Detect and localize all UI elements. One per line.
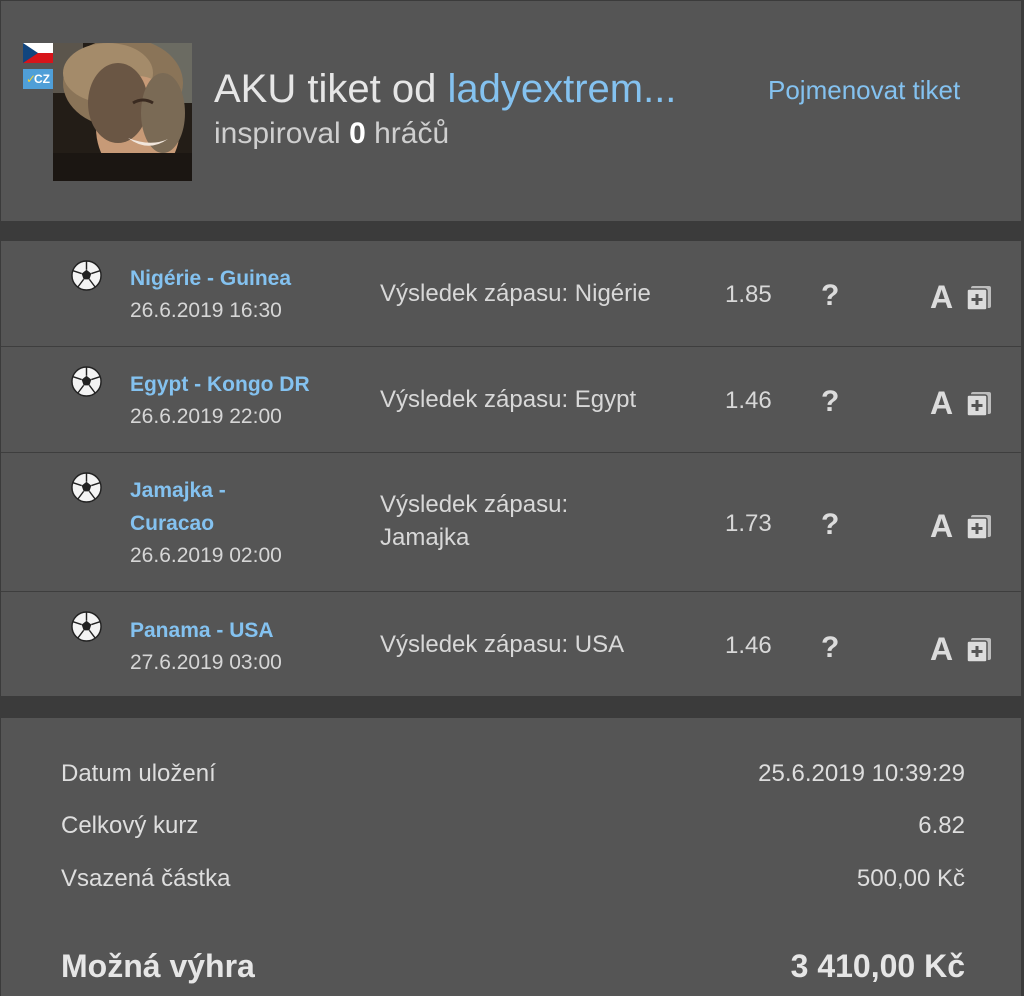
help-icon[interactable]: ? (821, 631, 839, 665)
username-link[interactable]: ladyextrem... (447, 67, 676, 111)
stake-value: 500,00 Kč (856, 865, 965, 892)
add-to-ticket-icon[interactable] (966, 514, 992, 540)
add-to-ticket-icon[interactable] (966, 637, 992, 663)
bet-pick: Výsledek zápasu: Jamajka (380, 488, 700, 554)
bet-list: Nigérie - Guinea 26.6.2019 16:30 Výslede… (1, 241, 1021, 696)
bet-pick: Výsledek zápasu: Nigérie (380, 280, 651, 307)
inspired-suffix: hráčů (374, 117, 450, 150)
analysis-icon[interactable]: A (930, 631, 953, 668)
saved-date-value: 25.6.2019 10:39:29 (758, 760, 965, 787)
bet-pick: Výsledek zápasu: Egypt (380, 386, 637, 413)
add-to-ticket-icon[interactable] (966, 391, 992, 417)
match-link[interactable]: Jamajka - Curacao (130, 474, 226, 540)
bet-row: Jamajka - Curacao 26.6.2019 02:00 Výsled… (1, 453, 1021, 592)
match-link[interactable]: Panama - USA (130, 614, 274, 647)
bet-odds: 1.73 (725, 510, 772, 537)
match-line: Curacao (130, 512, 215, 535)
rename-ticket-link[interactable]: Pojmenovat tiket (768, 75, 960, 106)
inspired-count-text: inspiroval 0 hráčů (214, 117, 449, 151)
soccer-ball-icon (71, 472, 102, 503)
bet-odds: 1.46 (725, 632, 772, 659)
analysis-icon[interactable]: A (930, 279, 953, 316)
analysis-icon[interactable]: A (930, 385, 953, 422)
inspired-prefix: inspiroval (214, 117, 341, 150)
match-datetime: 26.6.2019 22:00 (130, 405, 282, 428)
ticket-header: ✓ CZ AKU tiket od ladyextrem... inspirova… (1, 1, 1021, 221)
total-odds-label: Celkový kurz (61, 812, 199, 839)
soccer-ball-icon (71, 260, 102, 291)
ticket-frame: ✓ CZ AKU tiket od ladyextrem... inspirova… (0, 0, 1024, 996)
pick-line: Výsledek zápasu: (380, 491, 569, 518)
match-link[interactable]: Nigérie - Guinea (130, 262, 291, 295)
stake-label: Vsazená částka (61, 865, 231, 892)
match-link[interactable]: Egypt - Kongo DR (130, 368, 310, 401)
bet-odds: 1.46 (725, 387, 772, 414)
analysis-icon[interactable]: A (930, 508, 953, 545)
help-icon[interactable]: ? (821, 508, 839, 542)
bet-row: Panama - USA 27.6.2019 03:00 Výsledek zá… (1, 592, 1021, 696)
possible-win-value: 3 410,00 Kč (790, 948, 965, 984)
bet-odds: 1.85 (725, 281, 772, 308)
soccer-ball-icon (71, 366, 102, 397)
help-icon[interactable]: ? (821, 279, 839, 313)
match-datetime: 26.6.2019 02:00 (130, 544, 282, 567)
user-avatar[interactable] (53, 43, 192, 181)
soccer-ball-icon (71, 611, 102, 642)
ticket-title: AKU tiket od ladyextrem... (214, 67, 676, 112)
bet-row: Nigérie - Guinea 26.6.2019 16:30 Výslede… (1, 241, 1021, 347)
add-to-ticket-icon[interactable] (966, 285, 992, 311)
help-icon[interactable]: ? (821, 385, 839, 419)
total-odds-value: 6.82 (918, 812, 965, 839)
bet-row: Egypt - Kongo DR 26.6.2019 22:00 Výslede… (1, 347, 1021, 453)
country-badge: ✓ CZ (23, 69, 53, 89)
match-datetime: 26.6.2019 16:30 (130, 299, 282, 322)
ticket-summary: Datum uložení 25.6.2019 10:39:29 Celkový… (1, 718, 1021, 996)
pick-line: Jamajka (380, 524, 470, 551)
saved-date-label: Datum uložení (61, 760, 216, 787)
inspired-count: 0 (349, 117, 366, 150)
czech-flag-icon (23, 43, 53, 63)
possible-win-label: Možná výhra (61, 948, 255, 984)
bet-pick: Výsledek zápasu: USA (380, 631, 625, 658)
match-datetime: 27.6.2019 03:00 (130, 651, 282, 674)
match-line: Jamajka - (130, 479, 226, 502)
title-prefix: AKU tiket od (214, 67, 437, 111)
